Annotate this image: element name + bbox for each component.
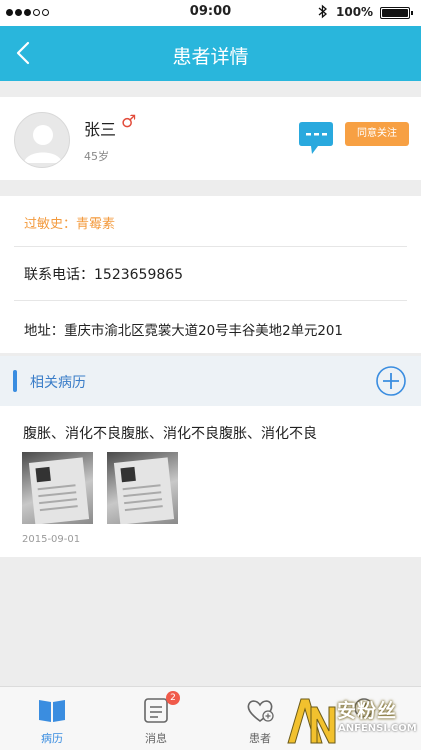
records-section-header: 相关病历 bbox=[0, 356, 421, 406]
patient-info-card: 过敏史：青霉素 联系电话：1523659865 地址：重庆市渝北区霓裳大道20号… bbox=[0, 196, 421, 353]
tab-label: 病历 bbox=[41, 732, 63, 745]
accept-follow-button[interactable]: 同意关注 bbox=[345, 122, 409, 146]
phone-number[interactable]: 联系电话：1523659865 bbox=[24, 264, 413, 284]
battery-icon bbox=[380, 7, 413, 19]
page-title: 患者详情 bbox=[172, 46, 249, 68]
plus-circle-icon bbox=[376, 366, 406, 396]
divider bbox=[14, 300, 407, 301]
watermark-cn-text: 安粉丝 bbox=[337, 700, 398, 722]
patient-name: 张三 bbox=[84, 120, 117, 139]
record-photo-thumbnail[interactable] bbox=[107, 452, 178, 524]
default-avatar-icon bbox=[24, 125, 62, 163]
an-logo-icon bbox=[287, 698, 336, 744]
avatar[interactable] bbox=[14, 112, 70, 168]
address: 地址：重庆市渝北区霓裳大道20号丰谷美地2单元201 bbox=[24, 324, 343, 339]
medical-record-item[interactable]: 腹胀、消化不良腹胀、消化不良腹胀、消化不良 2015-09-01 bbox=[0, 406, 421, 557]
bluetooth-icon bbox=[318, 4, 328, 23]
heart-plus-icon bbox=[247, 700, 274, 722]
watermark-en-text: ANFENSI.COM bbox=[338, 723, 417, 734]
battery-percent: 100% bbox=[336, 5, 374, 19]
patient-profile-card: 张三 ♂ 45岁 同意关注 bbox=[0, 97, 421, 180]
chat-bubble-icon bbox=[299, 122, 333, 154]
unread-badge: 2 bbox=[166, 691, 180, 705]
record-photo-thumbnail[interactable] bbox=[22, 452, 93, 524]
allergy-history: 过敏史：青霉素 bbox=[24, 217, 116, 232]
chat-button[interactable] bbox=[296, 121, 336, 159]
records-section-title: 相关病历 bbox=[30, 375, 86, 391]
patient-age: 45岁 bbox=[84, 150, 109, 163]
tab-label: 消息 bbox=[145, 732, 167, 745]
watermark-logo: 安粉丝 ANFENSI.COM bbox=[285, 693, 421, 750]
status-bar: 09:00 100% bbox=[0, 0, 421, 26]
record-date: 2015-09-01 bbox=[22, 534, 81, 545]
nav-bar: 患者详情 bbox=[0, 26, 421, 81]
section-accent-bar bbox=[13, 370, 17, 392]
add-record-button[interactable] bbox=[375, 365, 407, 397]
record-description: 腹胀、消化不良腹胀、消化不良腹胀、消化不良 bbox=[23, 426, 317, 442]
divider bbox=[14, 246, 407, 247]
tab-messages[interactable]: 2 消息 bbox=[104, 687, 208, 750]
male-icon: ♂ bbox=[121, 112, 137, 132]
tab-records[interactable]: 病历 bbox=[0, 687, 104, 750]
book-icon bbox=[39, 700, 65, 722]
